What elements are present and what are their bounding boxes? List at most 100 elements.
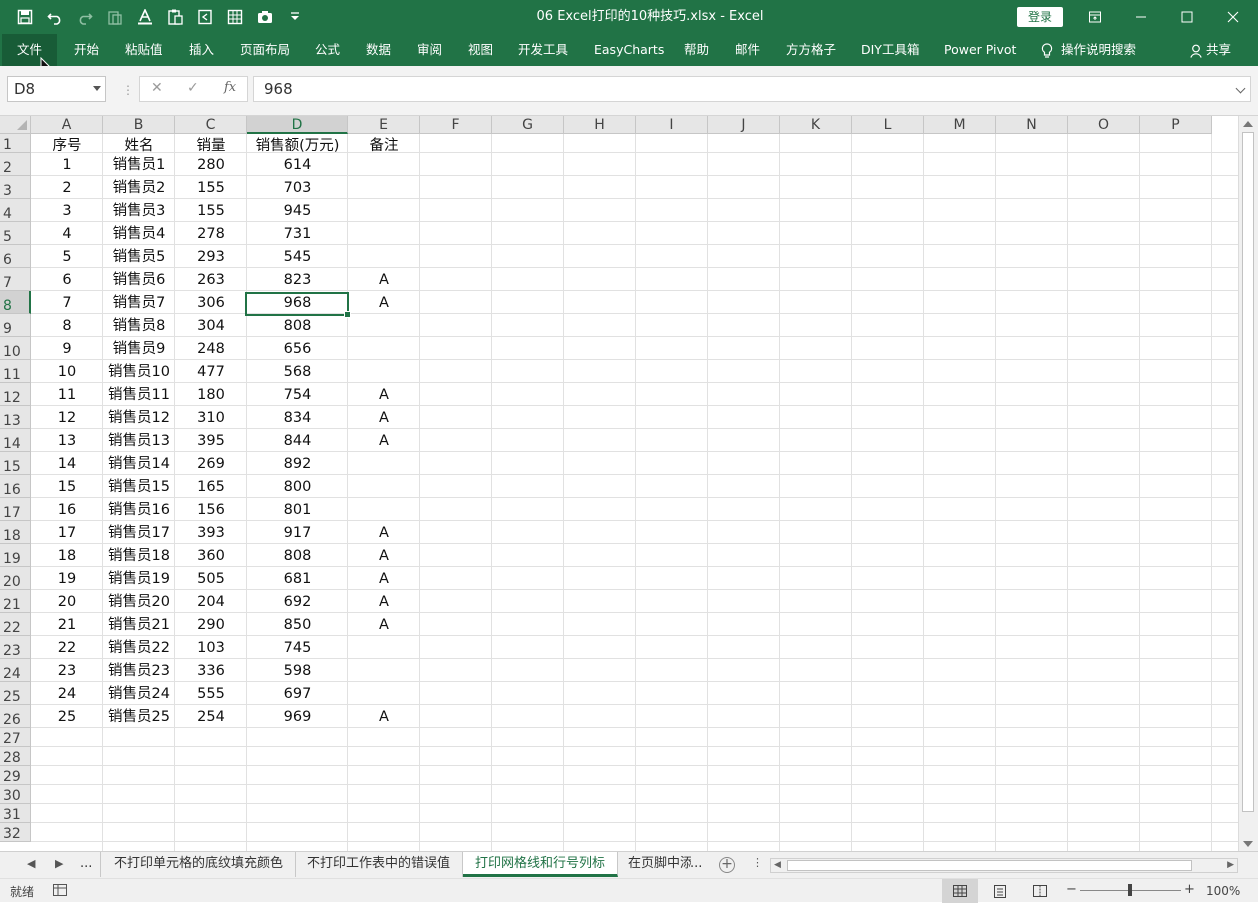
tab-mailings[interactable]: 邮件 bbox=[735, 34, 760, 66]
horizontal-scrollbar[interactable]: ◀ ▶ bbox=[770, 858, 1238, 873]
column-header-l[interactable]: L bbox=[852, 116, 924, 134]
zoom-level[interactable]: 100% bbox=[1206, 884, 1240, 898]
row-header-31[interactable]: 31 bbox=[0, 804, 31, 823]
tab-page-layout[interactable]: 页面布局 bbox=[240, 34, 290, 66]
expand-formula-bar-icon[interactable] bbox=[1235, 83, 1246, 94]
table-cell[interactable]: 614 bbox=[247, 154, 348, 176]
table-cell[interactable]: 销售员18 bbox=[103, 545, 175, 567]
row-header-17[interactable]: 17 bbox=[0, 498, 31, 521]
header-cell[interactable]: 备注 bbox=[348, 135, 420, 157]
row-header-29[interactable]: 29 bbox=[0, 766, 31, 785]
zoom-in-button[interactable]: + bbox=[1184, 882, 1195, 897]
table-cell[interactable]: 销售员22 bbox=[103, 637, 175, 659]
table-cell[interactable]: 20 bbox=[31, 591, 103, 613]
zoom-slider-thumb[interactable] bbox=[1128, 884, 1132, 896]
tab-formulas[interactable]: 公式 bbox=[315, 34, 340, 66]
scroll-left-icon[interactable]: ◀ bbox=[774, 860, 781, 870]
table-cell[interactable]: 598 bbox=[247, 660, 348, 682]
table-cell[interactable]: 477 bbox=[175, 361, 247, 383]
table-cell[interactable]: 销售员7 bbox=[103, 292, 175, 314]
table-cell[interactable]: 103 bbox=[175, 637, 247, 659]
table-cell[interactable]: 23 bbox=[31, 660, 103, 682]
table-cell[interactable]: 销售员4 bbox=[103, 223, 175, 245]
column-header-e[interactable]: E bbox=[348, 116, 420, 134]
chevron-down-icon[interactable] bbox=[93, 86, 101, 91]
row-header-30[interactable]: 30 bbox=[0, 785, 31, 804]
table-cell[interactable]: 销售员13 bbox=[103, 430, 175, 452]
minimize-icon[interactable] bbox=[1118, 0, 1164, 34]
row-header-1[interactable]: 1 bbox=[0, 134, 31, 153]
table-cell[interactable]: 销售员3 bbox=[103, 200, 175, 222]
table-cell[interactable]: 15 bbox=[31, 476, 103, 498]
table-cell[interactable]: 24 bbox=[31, 683, 103, 705]
table-cell[interactable]: 17 bbox=[31, 522, 103, 544]
horizontal-scroll-thumb[interactable] bbox=[787, 860, 1192, 871]
table-cell[interactable]: 304 bbox=[175, 315, 247, 337]
row-header-21[interactable]: 21 bbox=[0, 590, 31, 613]
table-cell[interactable]: 155 bbox=[175, 177, 247, 199]
scroll-down-icon[interactable] bbox=[1243, 841, 1253, 847]
tab-data[interactable]: 数据 bbox=[366, 34, 391, 66]
table-cell[interactable]: 销售员16 bbox=[103, 499, 175, 521]
table-cell[interactable]: 555 bbox=[175, 683, 247, 705]
column-header-o[interactable]: O bbox=[1068, 116, 1140, 134]
table-cell[interactable]: A bbox=[348, 545, 420, 567]
table-cell[interactable]: 销售员14 bbox=[103, 453, 175, 475]
table-cell[interactable]: 280 bbox=[175, 154, 247, 176]
macro-record-icon[interactable] bbox=[53, 884, 67, 899]
table-cell[interactable]: 7 bbox=[31, 292, 103, 314]
font-color-icon[interactable] bbox=[130, 0, 160, 34]
sheet-tabs-overflow-left[interactable]: ... bbox=[72, 852, 102, 877]
column-header-h[interactable]: H bbox=[564, 116, 636, 134]
table-cell[interactable]: 945 bbox=[247, 200, 348, 222]
table-cell[interactable]: 2 bbox=[31, 177, 103, 199]
row-header-11[interactable]: 11 bbox=[0, 360, 31, 383]
row-header-13[interactable]: 13 bbox=[0, 406, 31, 429]
undo-icon[interactable] bbox=[40, 0, 70, 34]
row-header-5[interactable]: 5 bbox=[0, 222, 31, 245]
print-preview-icon[interactable] bbox=[220, 0, 250, 34]
row-header-6[interactable]: 6 bbox=[0, 245, 31, 268]
table-cell[interactable]: 销售员25 bbox=[103, 706, 175, 728]
row-header-28[interactable]: 28 bbox=[0, 747, 31, 766]
table-cell[interactable]: A bbox=[348, 522, 420, 544]
row-header-25[interactable]: 25 bbox=[0, 682, 31, 705]
table-cell[interactable]: 销售员12 bbox=[103, 407, 175, 429]
column-header-m[interactable]: M bbox=[924, 116, 996, 134]
row-header-8[interactable]: 8 bbox=[0, 291, 31, 314]
formula-input[interactable]: 968 bbox=[253, 76, 1251, 102]
table-cell[interactable]: 销售员11 bbox=[103, 384, 175, 406]
table-cell[interactable]: 263 bbox=[175, 269, 247, 291]
table-cell[interactable]: 360 bbox=[175, 545, 247, 567]
table-cell[interactable]: 393 bbox=[175, 522, 247, 544]
table-cell[interactable]: 10 bbox=[31, 361, 103, 383]
column-header-c[interactable]: C bbox=[175, 116, 247, 134]
table-cell[interactable]: 165 bbox=[175, 476, 247, 498]
paste-values-icon[interactable] bbox=[100, 0, 130, 34]
tab-view[interactable]: 视图 bbox=[468, 34, 493, 66]
add-sheet-icon[interactable]: + bbox=[719, 857, 735, 873]
cancel-entry-icon[interactable]: ✕ bbox=[151, 80, 163, 96]
column-header-n[interactable]: N bbox=[996, 116, 1068, 134]
table-cell[interactable]: A bbox=[348, 269, 420, 291]
insert-function-icon[interactable]: fx bbox=[224, 80, 236, 95]
table-cell[interactable]: 销售员23 bbox=[103, 660, 175, 682]
table-cell[interactable]: 4 bbox=[31, 223, 103, 245]
table-cell[interactable]: 销售员10 bbox=[103, 361, 175, 383]
table-cell[interactable]: 1 bbox=[31, 154, 103, 176]
table-cell[interactable]: 19 bbox=[31, 568, 103, 590]
column-header-d[interactable]: D bbox=[247, 116, 348, 134]
column-header-b[interactable]: B bbox=[103, 116, 175, 134]
table-cell[interactable]: 9 bbox=[31, 338, 103, 360]
row-header-7[interactable]: 7 bbox=[0, 268, 31, 291]
column-header-a[interactable]: A bbox=[31, 116, 103, 134]
table-cell[interactable]: 销售员21 bbox=[103, 614, 175, 636]
table-cell[interactable]: A bbox=[348, 568, 420, 590]
table-cell[interactable]: 681 bbox=[247, 568, 348, 590]
sheet-tab-4[interactable]: 在页脚中添 bbox=[616, 852, 691, 877]
row-header-32[interactable]: 32 bbox=[0, 823, 31, 842]
table-cell[interactable]: 269 bbox=[175, 453, 247, 475]
tab-insert[interactable]: 插入 bbox=[189, 34, 214, 66]
table-cell[interactable]: 180 bbox=[175, 384, 247, 406]
column-header-p[interactable]: P bbox=[1140, 116, 1212, 134]
